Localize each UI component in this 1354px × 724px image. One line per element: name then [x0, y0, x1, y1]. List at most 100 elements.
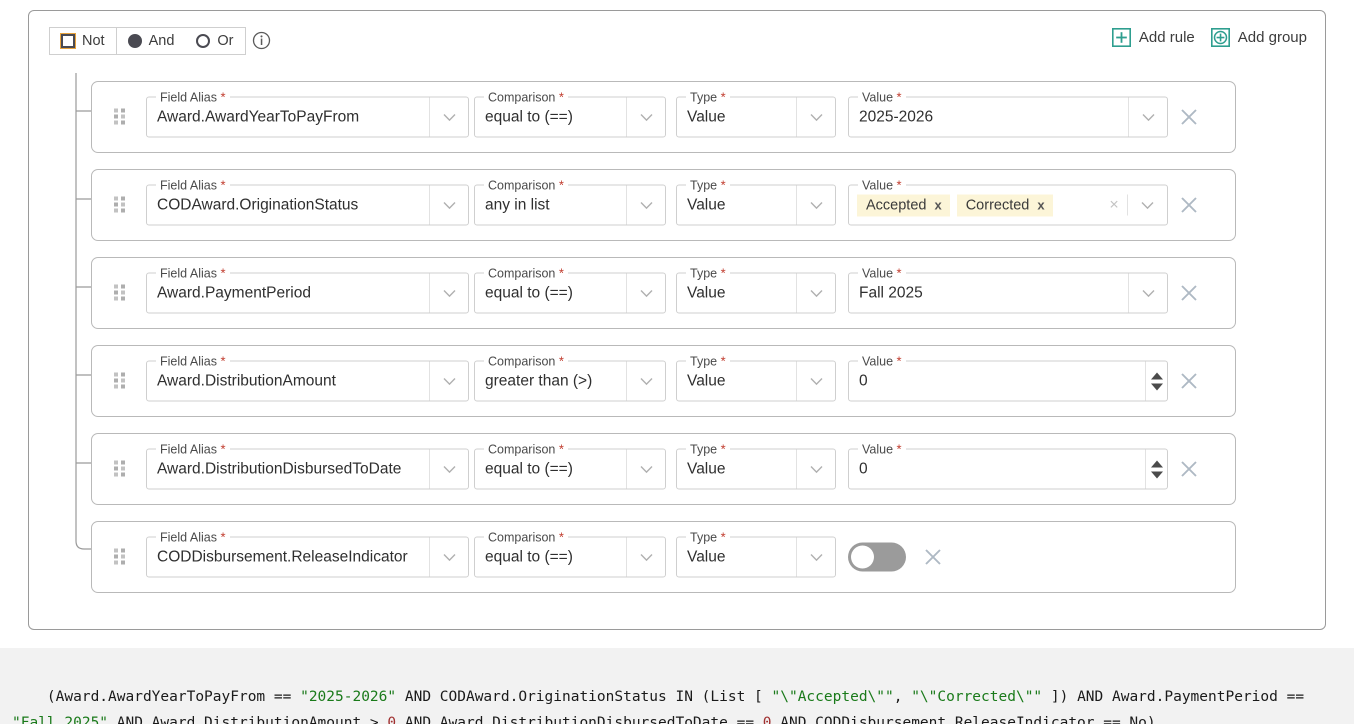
type-select[interactable]: Type * Value: [676, 529, 836, 578]
and-radio[interactable]: [127, 34, 142, 48]
chevron-down-icon[interactable]: [626, 273, 665, 313]
chip-label: Corrected: [965, 197, 1030, 213]
number-stepper[interactable]: [1145, 361, 1167, 401]
value-number-input[interactable]: Value * 0: [848, 353, 1168, 402]
chevron-down-icon[interactable]: [626, 97, 665, 137]
chevron-down-icon[interactable]: [626, 185, 665, 225]
comparison-select[interactable]: Comparison * equal to (==): [474, 529, 666, 578]
type-legend: Type *: [686, 353, 730, 370]
comparison-legend: Comparison *: [484, 529, 568, 546]
type-select[interactable]: Type * Value: [676, 177, 836, 226]
drag-handle-icon[interactable]: [114, 284, 125, 302]
comparison-select[interactable]: Comparison * any in list: [474, 177, 666, 226]
type-select[interactable]: Type * Value: [676, 89, 836, 138]
comparison-legend: Comparison *: [484, 265, 568, 282]
field-alias-select[interactable]: Field Alias * Award.DistributionDisburse…: [146, 441, 469, 490]
type-legend: Type *: [686, 441, 730, 458]
drag-handle-icon[interactable]: [114, 460, 125, 478]
chevron-down-icon[interactable]: [429, 97, 468, 137]
delete-rule-icon[interactable]: [1178, 106, 1200, 128]
field-alias-select[interactable]: Field Alias * CODAward.OriginationStatus: [146, 177, 469, 226]
logic-operator-switch[interactable]: Not And Or: [49, 27, 246, 55]
comparison-select[interactable]: Comparison * equal to (==): [474, 265, 666, 314]
or-radio[interactable]: [196, 34, 211, 48]
value-select[interactable]: Value * Fall 2025: [848, 265, 1168, 314]
field-alias-select[interactable]: Field Alias * CODDisbursement.ReleaseInd…: [146, 529, 469, 578]
expression-text: (Award.AwardYearToPayFrom == "2025-2026"…: [12, 689, 1313, 724]
chevron-down-icon[interactable]: [1128, 186, 1167, 225]
chevron-down-icon[interactable]: [429, 361, 468, 401]
chevron-down-icon[interactable]: [1128, 273, 1167, 313]
stepper-up-icon[interactable]: [1150, 372, 1163, 379]
table-row: Field Alias * Award.PaymentPeriod Compar…: [91, 257, 1236, 329]
chip-remove-icon[interactable]: x: [1037, 198, 1044, 213]
delete-rule-icon[interactable]: [1178, 370, 1200, 392]
chevron-down-icon[interactable]: [796, 537, 835, 577]
table-row: Field Alias * CODAward.OriginationStatus…: [91, 169, 1236, 241]
chevron-down-icon[interactable]: [626, 449, 665, 489]
chevron-down-icon[interactable]: [796, 449, 835, 489]
chevron-down-icon[interactable]: [796, 97, 835, 137]
type-select[interactable]: Type * Value: [676, 441, 836, 490]
value-legend: Value *: [858, 177, 906, 194]
delete-rule-icon[interactable]: [1178, 458, 1200, 480]
comparison-select[interactable]: Comparison * equal to (==): [474, 89, 666, 138]
table-row: Field Alias * CODDisbursement.ReleaseInd…: [91, 521, 1236, 593]
drag-handle-icon[interactable]: [114, 548, 125, 566]
field-alias-legend: Field Alias *: [156, 441, 230, 458]
stepper-up-icon[interactable]: [1150, 460, 1163, 467]
field-alias-select[interactable]: Field Alias * Award.DistributionAmount: [146, 353, 469, 402]
add-rule-label: Add rule: [1138, 29, 1195, 46]
delete-rule-icon[interactable]: [922, 546, 944, 568]
type-legend: Type *: [686, 529, 730, 546]
field-alias-legend: Field Alias *: [156, 89, 230, 106]
chevron-down-icon[interactable]: [429, 449, 468, 489]
info-circle-icon[interactable]: [252, 31, 271, 50]
add-rule-button[interactable]: Add rule: [1111, 28, 1195, 47]
chevron-down-icon[interactable]: [429, 537, 468, 577]
value-number-input[interactable]: Value * 0: [848, 441, 1168, 490]
not-checkbox[interactable]: [61, 34, 75, 48]
chevron-down-icon[interactable]: [626, 361, 665, 401]
comparison-legend: Comparison *: [484, 89, 568, 106]
chevron-down-icon[interactable]: [626, 537, 665, 577]
and-label: And: [148, 33, 175, 49]
chevron-down-icon[interactable]: [796, 361, 835, 401]
drag-handle-icon[interactable]: [114, 108, 125, 126]
add-group-button[interactable]: Add group: [1210, 28, 1307, 47]
comparison-select[interactable]: Comparison * equal to (==): [474, 441, 666, 490]
chevron-down-icon[interactable]: [796, 185, 835, 225]
number-stepper[interactable]: [1145, 449, 1167, 489]
value-legend: Value *: [858, 265, 906, 282]
rule-group-container: Not And Or Add rule Add group Field Alia…: [28, 10, 1326, 630]
chevron-down-icon[interactable]: [1128, 97, 1167, 137]
or-radio-cell[interactable]: Or: [185, 28, 244, 54]
value-multiselect[interactable]: Value * Accepted x Corrected x ×: [848, 177, 1168, 226]
stepper-down-icon[interactable]: [1150, 383, 1163, 390]
type-select[interactable]: Type * Value: [676, 265, 836, 314]
value-legend: Value *: [858, 353, 906, 370]
value-toggle-switch[interactable]: [848, 542, 906, 572]
chip-corrected[interactable]: Corrected x: [956, 194, 1053, 216]
chip-accepted[interactable]: Accepted x: [857, 194, 950, 216]
chevron-down-icon[interactable]: [796, 273, 835, 313]
chevron-down-icon[interactable]: [429, 273, 468, 313]
group-header-toolbar: Not And Or Add rule Add group: [49, 27, 1309, 57]
value-select[interactable]: Value * 2025-2026: [848, 89, 1168, 138]
comparison-select[interactable]: Comparison * greater than (>): [474, 353, 666, 402]
stepper-down-icon[interactable]: [1150, 471, 1163, 478]
field-alias-legend: Field Alias *: [156, 529, 230, 546]
field-alias-select[interactable]: Field Alias * Award.AwardYearToPayFrom: [146, 89, 469, 138]
type-select[interactable]: Type * Value: [676, 353, 836, 402]
delete-rule-icon[interactable]: [1178, 282, 1200, 304]
table-row: Field Alias * Award.AwardYearToPayFrom C…: [91, 81, 1236, 153]
delete-rule-icon[interactable]: [1178, 194, 1200, 216]
drag-handle-icon[interactable]: [114, 196, 125, 214]
field-alias-select[interactable]: Field Alias * Award.PaymentPeriod: [146, 265, 469, 314]
clear-all-icon[interactable]: ×: [1101, 186, 1127, 225]
chevron-down-icon[interactable]: [429, 185, 468, 225]
drag-handle-icon[interactable]: [114, 372, 125, 390]
and-radio-cell[interactable]: And: [115, 28, 186, 54]
not-checkbox-cell[interactable]: Not: [50, 28, 116, 54]
chip-remove-icon[interactable]: x: [934, 198, 941, 213]
